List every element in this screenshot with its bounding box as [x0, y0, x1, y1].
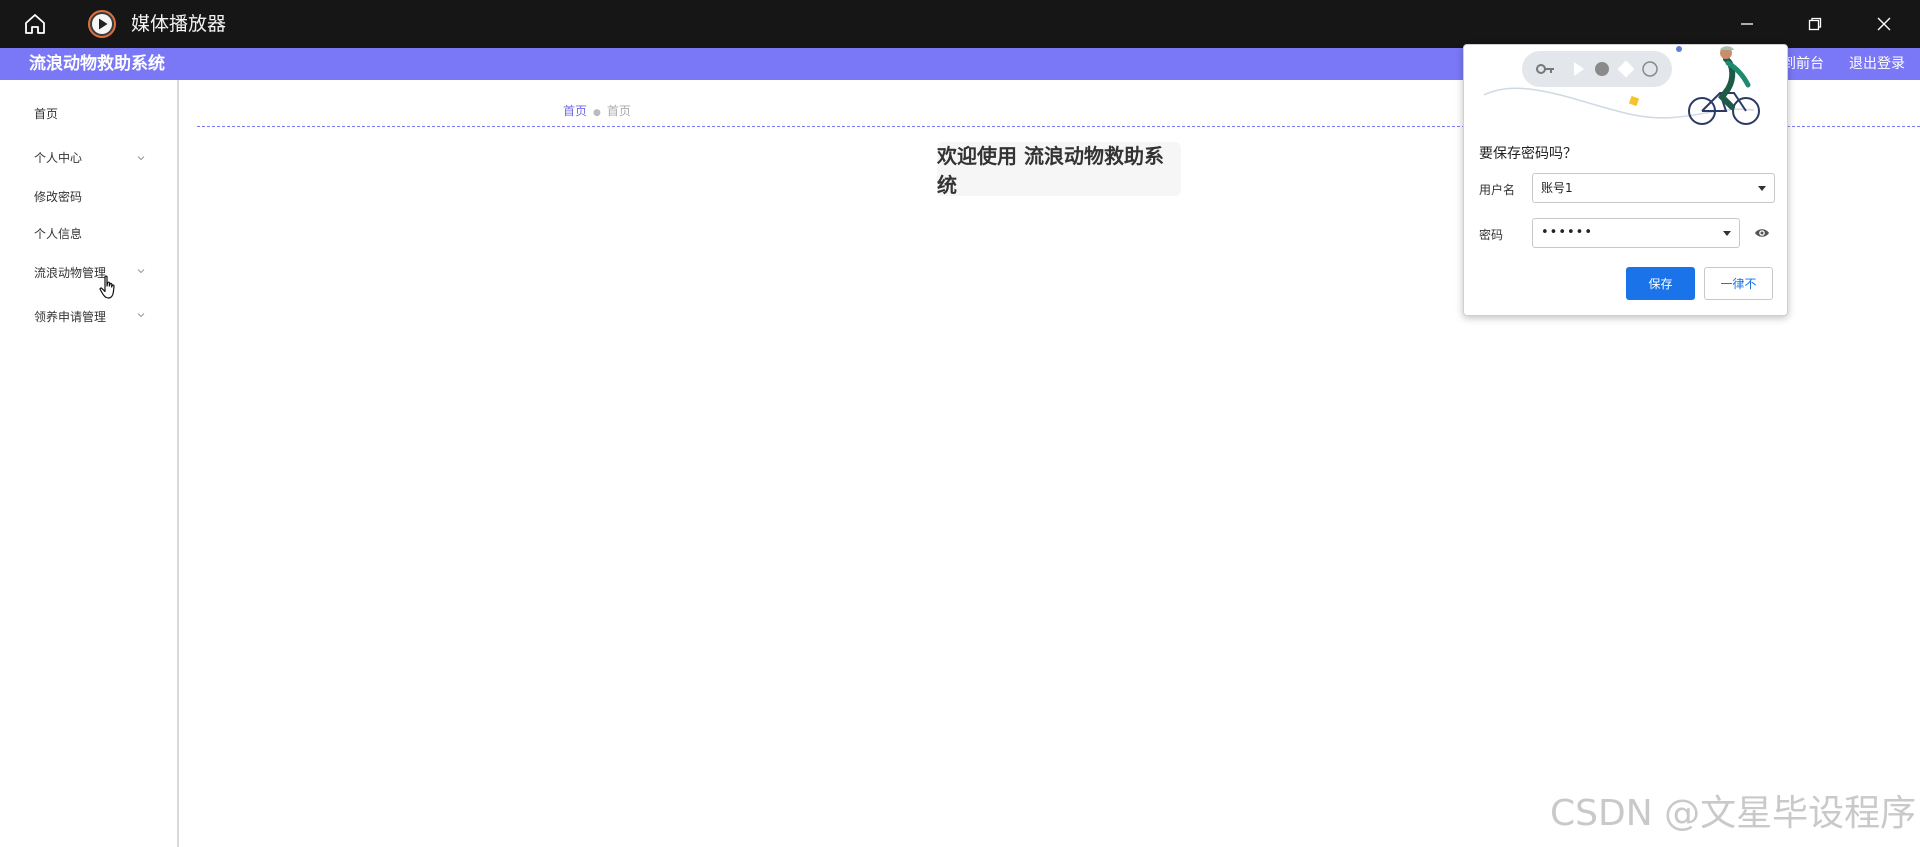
- app-title: 流浪动物救助系统: [29, 54, 165, 74]
- password-label: 密码: [1479, 228, 1504, 242]
- breadcrumb-current: 首页: [606, 104, 631, 118]
- password-value: ••••••: [1541, 225, 1594, 240]
- save-password-button[interactable]: 保存: [1626, 267, 1695, 300]
- chevron-down-icon: [137, 269, 145, 274]
- sidebar: 首页 个人中心 修改密码 个人信息 流浪动物管理 领养申请管理: [0, 80, 179, 847]
- sidebar-item-personal-info[interactable]: 个人信息: [34, 226, 154, 242]
- username-select[interactable]: 账号1: [1532, 173, 1775, 203]
- minimize-icon[interactable]: [1725, 6, 1769, 42]
- logout-link[interactable]: 退出登录: [1849, 55, 1905, 73]
- dropdown-arrow-icon: [1723, 231, 1731, 236]
- chevron-down-icon: [137, 313, 145, 318]
- breadcrumb-home-link[interactable]: 首页: [563, 104, 587, 118]
- window-title: 媒体播放器: [131, 13, 227, 35]
- sidebar-item-change-password[interactable]: 修改密码: [34, 189, 154, 205]
- watermark: CSDN @文星毕设程序: [1550, 793, 1917, 834]
- save-password-popup: 要保存密码吗？ 用户名 账号1 密码 •••••• 保存 一律不: [1463, 44, 1788, 316]
- close-icon[interactable]: [1862, 6, 1906, 42]
- breadcrumb-separator-icon: ●: [593, 108, 601, 118]
- password-illustration-icon: [1483, 46, 1760, 125]
- play-circle-icon: [86, 8, 118, 40]
- breadcrumb: 首页 ● 首页: [563, 103, 631, 121]
- hand-cursor-icon: [99, 275, 115, 299]
- window-titlebar: 媒体播放器: [0, 0, 1920, 48]
- dropdown-arrow-icon: [1758, 186, 1766, 191]
- sidebar-item-home[interactable]: 首页: [34, 106, 154, 122]
- chevron-down-icon: [137, 156, 145, 161]
- never-save-button[interactable]: 一律不: [1704, 267, 1773, 300]
- username-label: 用户名: [1479, 183, 1516, 197]
- home-icon[interactable]: [20, 10, 50, 38]
- password-select[interactable]: ••••••: [1532, 218, 1740, 248]
- save-password-question: 要保存密码吗？: [1479, 146, 1577, 162]
- welcome-banner: 欢迎使用 流浪动物救助系统: [937, 142, 1181, 197]
- username-value: 账号1: [1541, 181, 1573, 195]
- eye-icon[interactable]: [1754, 226, 1770, 240]
- maximize-icon[interactable]: [1793, 6, 1837, 42]
